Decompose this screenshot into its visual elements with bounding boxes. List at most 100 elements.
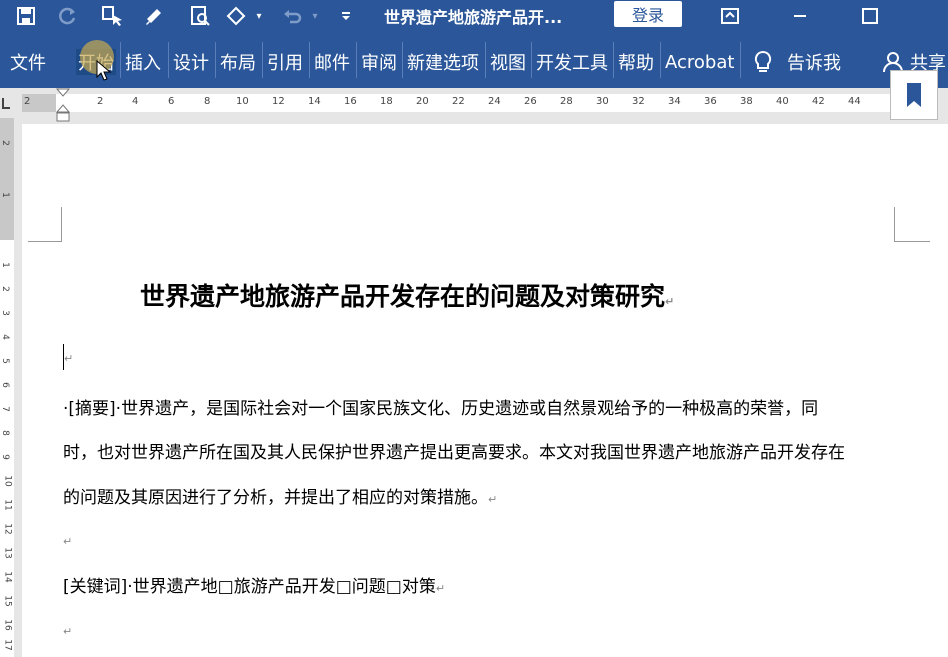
vruler-label: 4 bbox=[0, 334, 10, 340]
vruler-label: 15 bbox=[2, 595, 13, 607]
tab-separator bbox=[740, 42, 741, 78]
empty-paragraph[interactable]: ↵ bbox=[63, 344, 73, 370]
window-title: 世界遗产地旅游产品开... bbox=[384, 8, 563, 27]
ruler-label: 36 bbox=[704, 96, 717, 107]
bookmark-icon bbox=[907, 83, 921, 107]
tab-view[interactable]: 视图 bbox=[490, 49, 526, 75]
vruler-label: 17 bbox=[2, 639, 13, 651]
abstract-line-2[interactable]: 时，也对世界遗产所在国及其人民保护世界遗产提出更高要求。本文对我国世界遗产地旅游… bbox=[63, 438, 845, 463]
vruler-label: 14 bbox=[2, 571, 13, 583]
ruler-label: 20 bbox=[416, 96, 429, 107]
tab-separator bbox=[262, 42, 263, 78]
ruler-label: 2 bbox=[97, 96, 104, 107]
customize-icon[interactable] bbox=[336, 0, 356, 32]
shapes-icon[interactable] bbox=[222, 0, 250, 32]
ruler-label: 14 bbox=[308, 96, 321, 107]
tab-acrobat[interactable]: Acrobat bbox=[665, 49, 734, 75]
tab-mailings[interactable]: 邮件 bbox=[314, 49, 350, 75]
vruler-label: 1 bbox=[0, 262, 10, 268]
ruler-label: 18 bbox=[380, 96, 393, 107]
ruler-label: 26 bbox=[524, 96, 537, 107]
document-title[interactable]: 世界遗产地旅游产品开发存在的问题及对策研究↵ bbox=[140, 277, 674, 313]
vruler-label: 16 bbox=[2, 619, 13, 631]
ruler-label: 8 bbox=[204, 96, 211, 107]
vruler-label: 11 bbox=[2, 499, 13, 511]
tab-stop-selector-icon[interactable] bbox=[0, 94, 12, 112]
tab-separator bbox=[402, 42, 403, 78]
ribbon-display-icon[interactable] bbox=[716, 0, 744, 32]
ribbon-tabs: 文件 开始 插入 设计 布局 引用 邮件 审阅 新建选项 视图 开发工具 帮助 … bbox=[0, 32, 948, 88]
ruler-label: 32 bbox=[632, 96, 645, 107]
undo-icon[interactable] bbox=[278, 0, 306, 32]
title-bar: ▾ ▾ 世界遗产地旅游产品开... 登录 bbox=[0, 0, 948, 32]
empty-paragraph[interactable]: ↵ bbox=[63, 620, 72, 640]
format-painter-icon[interactable] bbox=[140, 0, 168, 32]
abstract-line-1[interactable]: ·[摘要]·世界遗产，是国际社会对一个国家民族文化、历史遗迹或自然景观给予的一种… bbox=[63, 394, 818, 419]
abstract-line-3-text: 的问题及其原因进行了分析，并提出了相应的对策措施。 bbox=[63, 488, 488, 508]
vruler-label: 8 bbox=[0, 430, 10, 436]
ruler-label: 12 bbox=[272, 96, 285, 107]
redo-icon[interactable] bbox=[54, 0, 82, 32]
maximize-icon[interactable] bbox=[856, 0, 884, 32]
abstract-line-3[interactable]: 的问题及其原因进行了分析，并提出了相应的对策措施。↵ bbox=[63, 483, 497, 508]
tab-layout[interactable]: 布局 bbox=[220, 49, 256, 75]
tab-file[interactable]: 文件 bbox=[10, 49, 46, 75]
ruler-label: 6 bbox=[168, 96, 175, 107]
keywords-line[interactable]: [关键词]·世界遗产地□旅游产品开发□问题□对策↵ bbox=[63, 572, 445, 597]
tab-separator bbox=[120, 42, 121, 78]
lightbulb-icon[interactable] bbox=[752, 49, 774, 75]
vertical-ruler[interactable]: 2 1 1 2 3 4 5 6 7 8 9 10 11 12 13 14 15 … bbox=[0, 118, 14, 657]
mouse-pointer-icon bbox=[96, 59, 112, 86]
bookmark-button[interactable] bbox=[890, 70, 938, 120]
paragraph-mark: ↵ bbox=[665, 295, 675, 308]
vruler-label: 2 bbox=[0, 140, 10, 146]
vruler-label: 1 bbox=[0, 192, 10, 198]
vruler-label: 5 bbox=[0, 358, 10, 364]
ruler-label: 34 bbox=[668, 96, 681, 107]
vruler-margin-shade bbox=[0, 118, 14, 240]
tab-help[interactable]: 帮助 bbox=[618, 49, 654, 75]
ruler-label: 30 bbox=[596, 96, 609, 107]
vruler-label: 3 bbox=[0, 310, 10, 316]
indent-marker-icon[interactable] bbox=[55, 88, 71, 122]
vruler-label: 6 bbox=[0, 382, 10, 388]
tab-references[interactable]: 引用 bbox=[267, 49, 303, 75]
vruler-label: 12 bbox=[2, 523, 13, 535]
paragraph-mark: ↵ bbox=[63, 535, 73, 548]
tell-me-search[interactable]: 告诉我 bbox=[787, 49, 841, 75]
empty-paragraph[interactable]: ↵ bbox=[63, 530, 72, 550]
save-icon[interactable] bbox=[12, 0, 40, 32]
paragraph-mark: ↵ bbox=[488, 493, 498, 506]
ruler-label: 4 bbox=[132, 96, 139, 107]
keywords-text: [关键词]·世界遗产地□旅游产品开发□问题□对策 bbox=[63, 577, 436, 597]
ruler-label: 22 bbox=[452, 96, 465, 107]
tab-separator bbox=[168, 42, 169, 78]
vruler-label: 2 bbox=[0, 286, 10, 292]
margin-corner-right bbox=[894, 207, 930, 242]
tab-review[interactable]: 审阅 bbox=[361, 49, 397, 75]
print-preview-icon[interactable] bbox=[186, 0, 214, 32]
vruler-label: 7 bbox=[0, 406, 10, 412]
vruler-label: 9 bbox=[0, 454, 10, 460]
ruler-label: 2 bbox=[24, 96, 31, 107]
undo-dropdown-icon[interactable]: ▾ bbox=[308, 0, 322, 32]
tab-new-options[interactable]: 新建选项 bbox=[407, 49, 479, 75]
vruler-label: 13 bbox=[2, 547, 13, 559]
tab-separator bbox=[613, 42, 614, 78]
document-title-text: 世界遗产地旅游产品开发存在的问题及对策研究 bbox=[140, 282, 666, 311]
horizontal-ruler[interactable]: 2 2 4 6 8 10 12 14 16 18 20 22 24 26 28 … bbox=[0, 88, 948, 122]
tab-developer[interactable]: 开发工具 bbox=[536, 49, 608, 75]
shapes-dropdown-icon[interactable]: ▾ bbox=[252, 0, 266, 32]
ruler-label: 28 bbox=[560, 96, 573, 107]
minimize-icon[interactable] bbox=[786, 0, 814, 32]
login-button[interactable]: 登录 bbox=[614, 1, 682, 27]
tab-separator bbox=[215, 42, 216, 78]
tab-insert[interactable]: 插入 bbox=[125, 49, 161, 75]
vruler-label: 10 bbox=[2, 475, 13, 487]
tab-design[interactable]: 设计 bbox=[173, 49, 209, 75]
paragraph-mark: ↵ bbox=[435, 582, 446, 595]
tab-separator bbox=[660, 42, 661, 78]
paragraph-mark: ↵ bbox=[64, 352, 74, 365]
touch-mode-icon[interactable] bbox=[98, 0, 126, 32]
ruler-label: 16 bbox=[344, 96, 357, 107]
